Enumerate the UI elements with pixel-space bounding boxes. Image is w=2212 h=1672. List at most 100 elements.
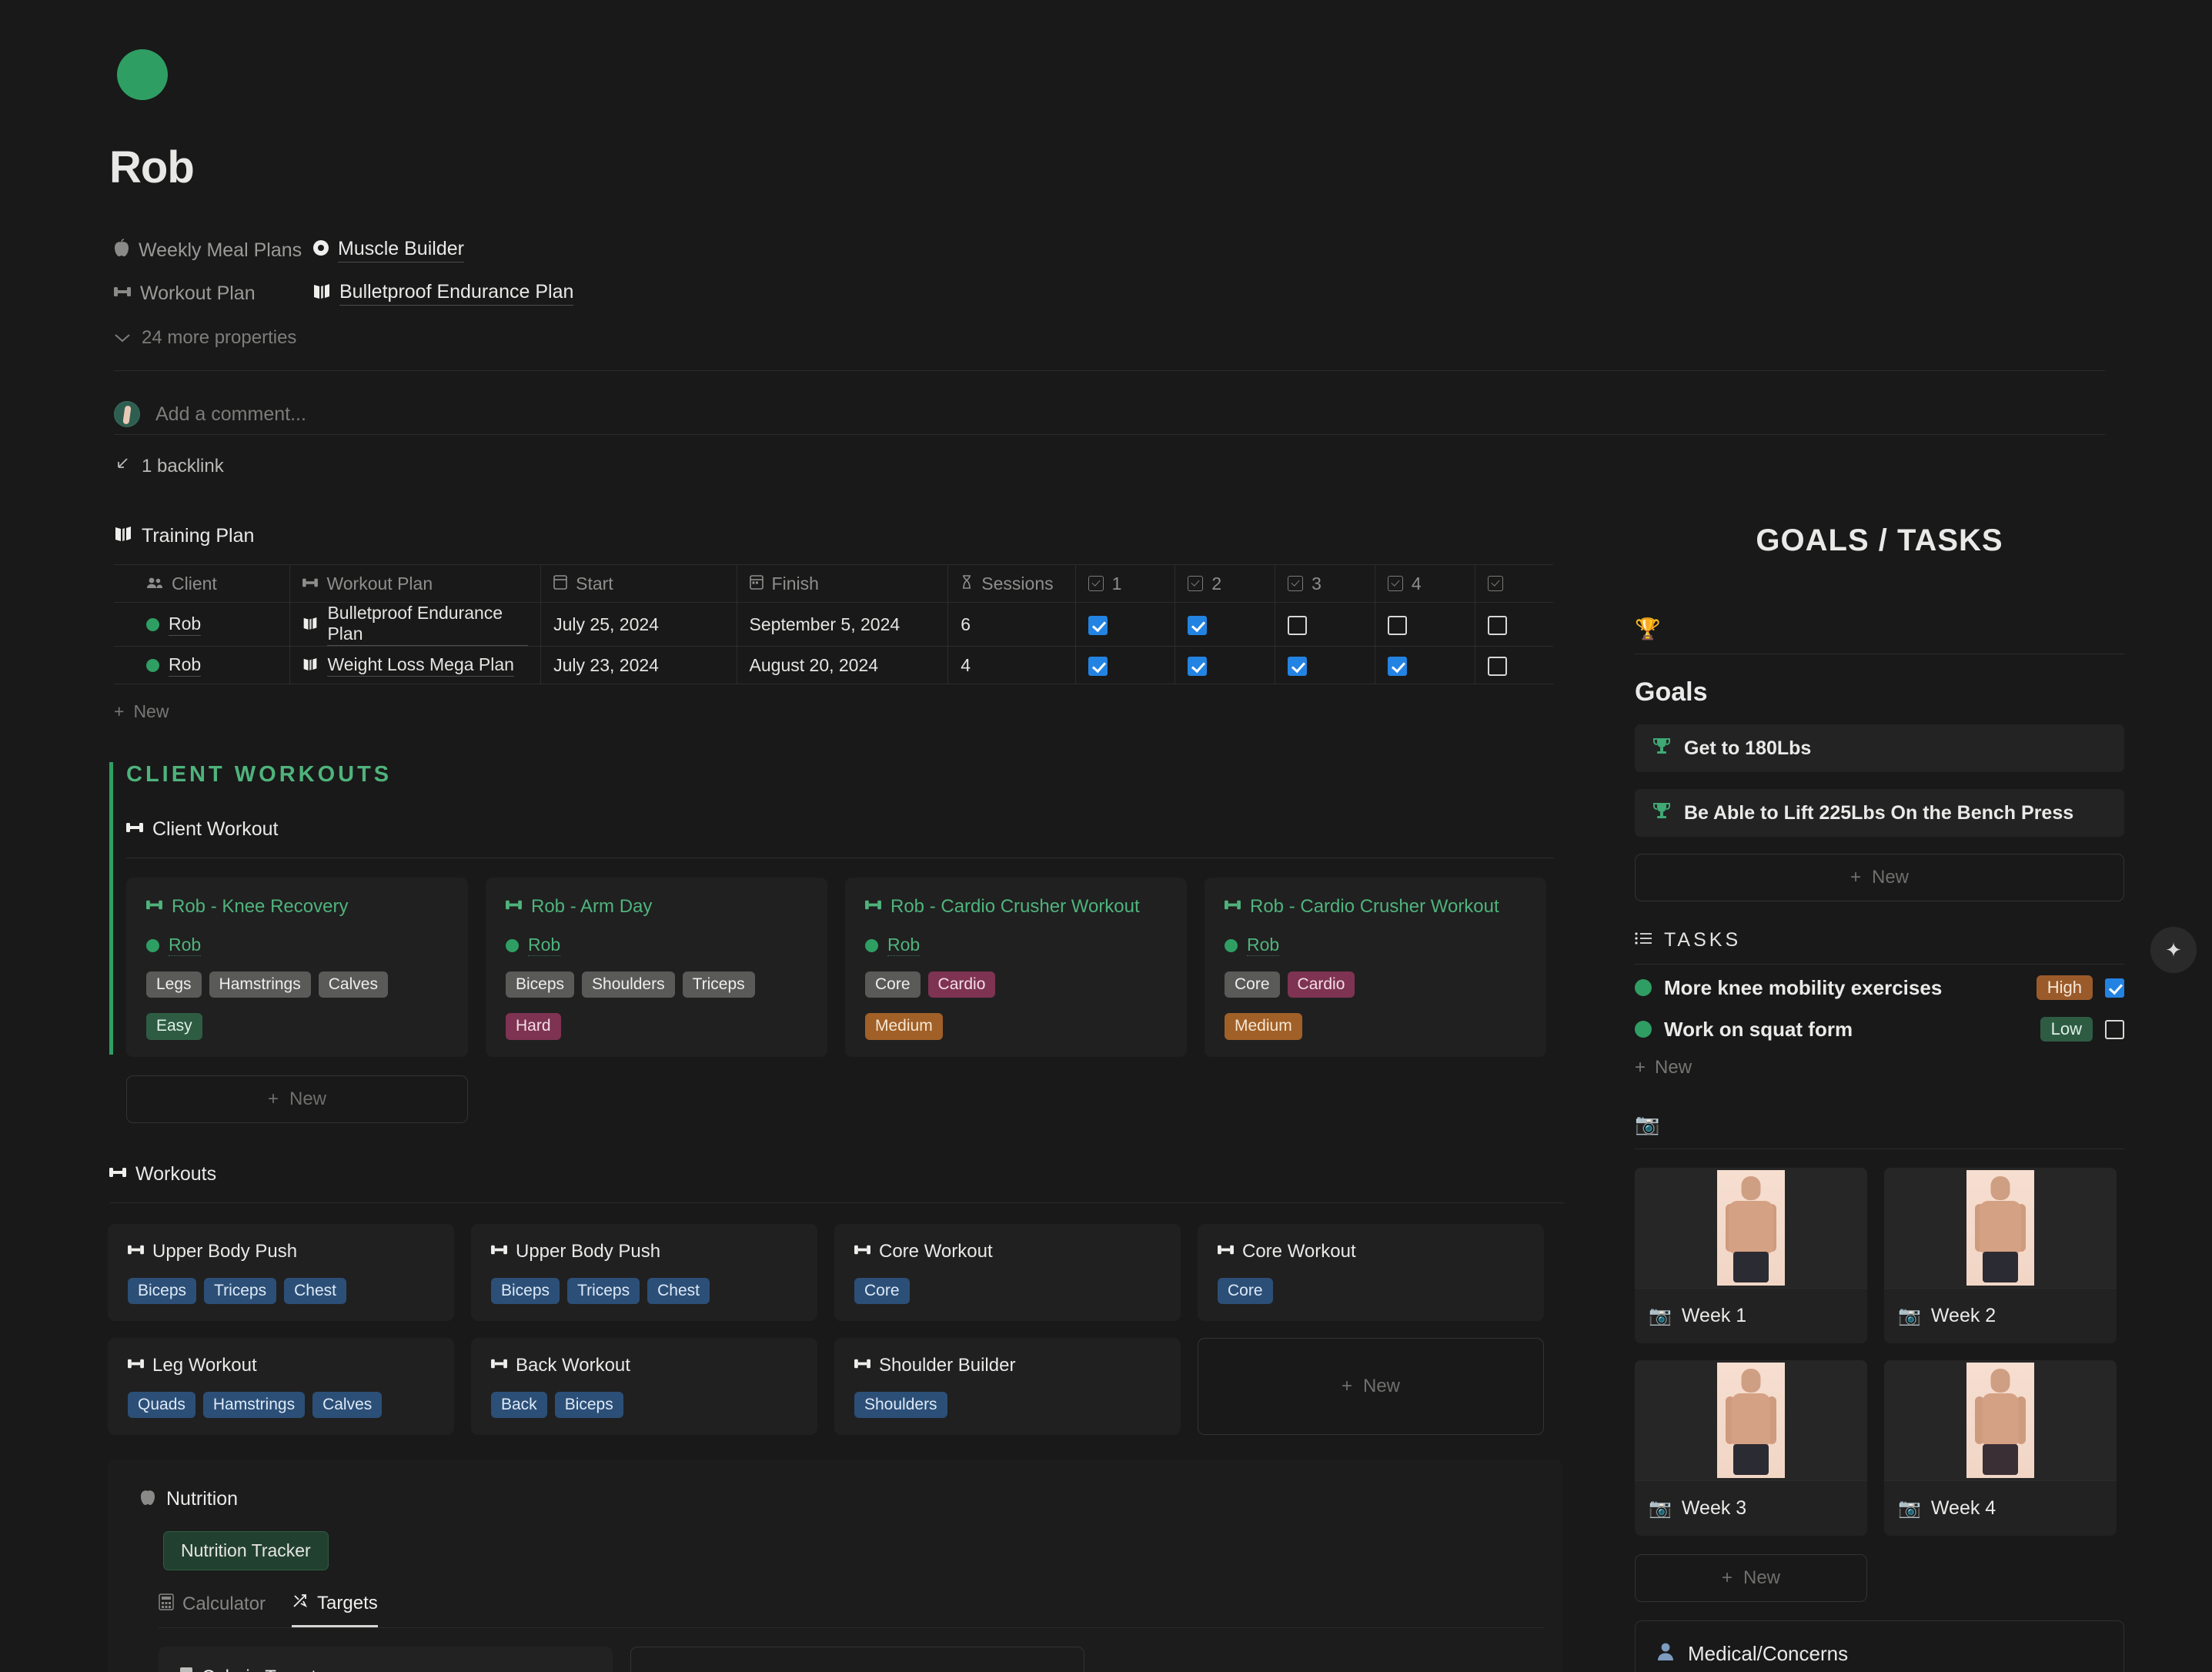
client-workout-card[interactable]: Rob - Knee Recovery Rob Legs Hamstrings … bbox=[126, 878, 468, 1057]
person-name[interactable]: Rob bbox=[1247, 935, 1279, 956]
workout-card[interactable]: Leg Workout Quads Hamstrings Calves bbox=[108, 1338, 454, 1435]
plan-name[interactable]: Bulletproof Endurance Plan bbox=[327, 603, 528, 646]
cell-check-5[interactable] bbox=[1475, 603, 1553, 647]
cell-start[interactable]: July 23, 2024 bbox=[541, 647, 737, 684]
cell-sessions[interactable]: 6 bbox=[948, 603, 1075, 647]
tasks-new-button[interactable]: + New bbox=[1635, 1057, 2124, 1078]
photo-card[interactable]: 📷 Week 1 bbox=[1635, 1168, 1867, 1343]
workout-card[interactable]: Upper Body Push Biceps Triceps Chest bbox=[108, 1224, 454, 1321]
comment-placeholder[interactable]: Add a comment... bbox=[155, 403, 306, 426]
cell-finish[interactable]: September 5, 2024 bbox=[737, 603, 948, 647]
workout-card[interactable]: Core Workout Core bbox=[834, 1224, 1181, 1321]
person-name[interactable]: Rob bbox=[528, 935, 560, 956]
cell-check-4[interactable] bbox=[1375, 603, 1475, 647]
workout-card[interactable]: Upper Body Push Biceps Triceps Chest bbox=[471, 1224, 817, 1321]
column-header-client[interactable]: Client bbox=[114, 565, 290, 603]
book-icon bbox=[114, 525, 132, 547]
checkbox[interactable] bbox=[1188, 657, 1207, 676]
property-value-meal-plans[interactable]: Muscle Builder bbox=[312, 238, 464, 263]
column-header-2[interactable]: 2 bbox=[1175, 565, 1275, 603]
more-properties-toggle[interactable]: 24 more properties bbox=[114, 327, 1570, 349]
checkbox[interactable] bbox=[1388, 616, 1407, 635]
cell-check-2[interactable] bbox=[1175, 647, 1275, 684]
cell-check-2[interactable] bbox=[1175, 603, 1275, 647]
checkbox[interactable] bbox=[1488, 657, 1507, 676]
card-person-row[interactable]: Rob bbox=[146, 935, 448, 956]
task-row[interactable]: Work on squat form Low bbox=[1635, 1011, 2124, 1048]
checkbox[interactable] bbox=[1388, 657, 1407, 676]
table-row[interactable]: Rob Weight Loss Mega Plan July 23, 2024 … bbox=[114, 647, 1553, 684]
checkbox[interactable] bbox=[1288, 657, 1307, 676]
workouts-new-button[interactable]: + New bbox=[1198, 1338, 1544, 1435]
client-workout-card[interactable]: Rob - Cardio Crusher Workout Rob Core Ca… bbox=[845, 878, 1187, 1057]
checkbox[interactable] bbox=[1188, 616, 1207, 635]
cell-check-3[interactable] bbox=[1275, 647, 1375, 684]
client-workout-card[interactable]: Rob - Cardio Crusher Workout Rob Core Ca… bbox=[1205, 878, 1546, 1057]
column-header-3[interactable]: 3 bbox=[1275, 565, 1375, 603]
comment-input-row[interactable]: Add a comment... bbox=[114, 394, 1570, 434]
column-header-workout-plan[interactable]: Workout Plan bbox=[290, 565, 541, 603]
cell-check-4[interactable] bbox=[1375, 647, 1475, 684]
nutrition-tracker-button[interactable]: Nutrition Tracker bbox=[163, 1531, 329, 1570]
cell-workout-plan[interactable]: Bulletproof Endurance Plan bbox=[290, 603, 541, 647]
client-workout-new-button[interactable]: + New bbox=[126, 1075, 468, 1123]
property-row-meal-plans[interactable]: Weekly Meal Plans Muscle Builder bbox=[114, 229, 1570, 272]
cell-start[interactable]: July 25, 2024 bbox=[541, 603, 737, 647]
tab-calculator[interactable]: Calculator bbox=[159, 1592, 266, 1627]
column-header-start[interactable]: Start bbox=[541, 565, 737, 603]
cell-check-3[interactable] bbox=[1275, 603, 1375, 647]
column-header-4[interactable]: 4 bbox=[1375, 565, 1475, 603]
calorie-targets-card[interactable]: Calorie Targets Your BMR is 1923 kcal/da… bbox=[159, 1647, 613, 1672]
task-row[interactable]: More knee mobility exercises High bbox=[1635, 969, 2124, 1006]
checkbox[interactable] bbox=[1088, 657, 1108, 676]
backlink-row[interactable]: 1 backlink bbox=[114, 455, 1570, 477]
property-value-text[interactable]: Bulletproof Endurance Plan bbox=[339, 281, 573, 306]
photo-card[interactable]: 📷 Week 2 bbox=[1884, 1168, 2117, 1343]
checkbox[interactable] bbox=[1088, 616, 1108, 635]
workout-card[interactable]: Core Workout Core bbox=[1198, 1224, 1544, 1321]
column-header-finish[interactable]: Finish bbox=[737, 565, 948, 603]
client-workout-card[interactable]: Rob - Arm Day Rob Biceps Shoulders Trice… bbox=[486, 878, 827, 1057]
cell-sessions[interactable]: 4 bbox=[948, 647, 1075, 684]
medical-concerns-card[interactable]: Medical/Concerns Slight knee pain bbox=[1635, 1620, 2124, 1672]
task-checkbox[interactable] bbox=[2105, 978, 2124, 998]
person-name[interactable]: Rob bbox=[887, 935, 920, 956]
card-person-row[interactable]: Rob bbox=[506, 935, 807, 956]
person-name[interactable]: Rob bbox=[169, 935, 201, 956]
checkbox[interactable] bbox=[1488, 616, 1507, 635]
ai-assistant-button[interactable]: ✦ bbox=[2150, 927, 2197, 973]
card-person-row[interactable]: Rob bbox=[1225, 935, 1526, 956]
workout-card[interactable]: Back Workout Back Biceps bbox=[471, 1338, 817, 1435]
task-checkbox[interactable] bbox=[2105, 1020, 2124, 1039]
client-avatar[interactable] bbox=[117, 49, 168, 100]
client-name[interactable]: Rob bbox=[169, 654, 201, 677]
tab-targets[interactable]: Targets bbox=[292, 1592, 378, 1627]
property-value-workout-plan[interactable]: Bulletproof Endurance Plan bbox=[312, 281, 573, 306]
cell-client[interactable]: Rob bbox=[114, 603, 290, 647]
photo-card[interactable]: 📷 Week 4 bbox=[1884, 1360, 2117, 1536]
client-name[interactable]: Rob bbox=[169, 614, 201, 636]
cell-check-5[interactable] bbox=[1475, 647, 1553, 684]
cell-workout-plan[interactable]: Weight Loss Mega Plan bbox=[290, 647, 541, 684]
card-person-row[interactable]: Rob bbox=[865, 935, 1167, 956]
goal-item[interactable]: Get to 180Lbs bbox=[1635, 724, 2124, 772]
photo-card[interactable]: 📷 Week 3 bbox=[1635, 1360, 1867, 1536]
plan-name[interactable]: Weight Loss Mega Plan bbox=[327, 654, 514, 677]
nutrition-new-button[interactable]: + New bbox=[630, 1647, 1084, 1672]
cell-check-1[interactable] bbox=[1075, 647, 1175, 684]
column-header-1[interactable]: 1 bbox=[1075, 565, 1175, 603]
cell-check-1[interactable] bbox=[1075, 603, 1175, 647]
goals-new-button[interactable]: + New bbox=[1635, 854, 2124, 901]
table-row[interactable]: Rob Bulletproof Endurance Plan July 25, … bbox=[114, 603, 1553, 647]
column-header-5[interactable] bbox=[1475, 565, 1553, 603]
cell-client[interactable]: Rob bbox=[114, 647, 290, 684]
table-new-row-button[interactable]: + New bbox=[114, 701, 1570, 722]
photos-new-button[interactable]: + New bbox=[1635, 1554, 1867, 1602]
property-value-text[interactable]: Muscle Builder bbox=[338, 238, 464, 263]
workout-card[interactable]: Shoulder Builder Shoulders bbox=[834, 1338, 1181, 1435]
cell-finish[interactable]: August 20, 2024 bbox=[737, 647, 948, 684]
property-row-workout-plan[interactable]: Workout Plan Bulletproof Endurance Plan bbox=[114, 272, 1570, 315]
column-header-sessions[interactable]: Sessions bbox=[948, 565, 1075, 603]
checkbox[interactable] bbox=[1288, 616, 1307, 635]
goal-item[interactable]: Be Able to Lift 225Lbs On the Bench Pres… bbox=[1635, 789, 2124, 837]
